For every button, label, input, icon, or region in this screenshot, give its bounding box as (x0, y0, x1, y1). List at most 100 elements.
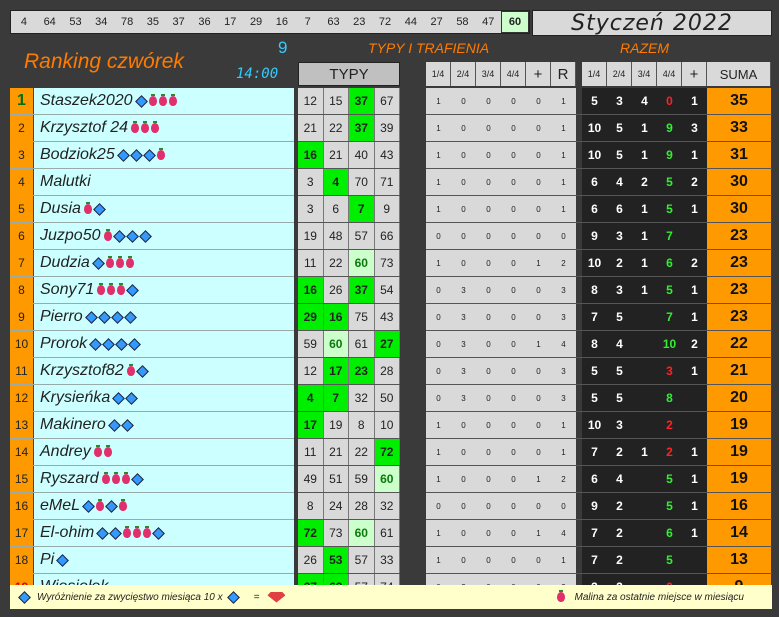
player-name-cell[interactable]: Krzysztof 24 (34, 115, 294, 141)
total-score-cell[interactable]: 1 (632, 142, 657, 168)
player-name[interactable]: Prorok (40, 335, 87, 353)
total-score-cell[interactable] (682, 223, 707, 249)
player-name[interactable]: Malutki (40, 173, 91, 191)
total-score-cell[interactable]: 2 (607, 439, 632, 465)
round-score-cell[interactable]: 0 (476, 412, 501, 438)
round-score-cell[interactable]: 0 (501, 466, 526, 492)
col-header[interactable]: 3/4 (476, 62, 501, 86)
raspberry-icon[interactable] (107, 283, 116, 295)
typ-cell[interactable]: 11 (298, 250, 324, 276)
suma-cell[interactable]: 31 (707, 142, 771, 168)
player-name[interactable]: Ryszard (40, 470, 99, 488)
diamond-icon[interactable] (84, 310, 98, 324)
round-score-cell[interactable]: 2 (551, 250, 576, 276)
round-score-cell[interactable]: 1 (426, 115, 451, 141)
typ-cell[interactable]: 4 (298, 385, 324, 411)
total-score-cell[interactable]: 7 (582, 547, 607, 573)
typy-row[interactable]: 29 16 75 43 (298, 304, 400, 331)
total-score-cell[interactable]: 8 (657, 385, 682, 411)
round-score-cell[interactable]: 0 (476, 331, 501, 357)
player-name[interactable]: El-ohim (40, 524, 94, 542)
raspberry-icon[interactable] (119, 499, 128, 511)
suma-header[interactable]: SUMA (707, 62, 771, 86)
drawn-number[interactable]: 27 (424, 11, 450, 33)
typ-cell[interactable]: 21 (323, 142, 349, 168)
round-score-cell[interactable]: 0 (451, 223, 476, 249)
total-score-cell[interactable]: 10 (582, 412, 607, 438)
round-score-cell[interactable]: 0 (526, 196, 551, 222)
total-score-cell[interactable] (632, 304, 657, 330)
typ-cell[interactable]: 21 (298, 115, 324, 141)
diamond-icon[interactable] (112, 229, 126, 243)
total-score-cell[interactable] (632, 547, 657, 573)
ranking-row[interactable]: 11 Krzysztof82 (10, 358, 294, 385)
round-score-cell[interactable]: 0 (476, 169, 501, 195)
raspberry-icon[interactable] (103, 445, 112, 457)
round-score-cell[interactable]: 3 (451, 385, 476, 411)
suma-cell[interactable]: 35 (707, 88, 771, 114)
total-score-cell[interactable]: 2 (657, 439, 682, 465)
total-score-cell[interactable]: 5 (657, 547, 682, 573)
round-score-cell[interactable]: 0 (426, 493, 451, 519)
drawn-number[interactable]: 17 (217, 11, 243, 33)
rank-position[interactable]: 10 (10, 331, 34, 357)
results-row[interactable]: 0 3 0 0 1 4 8 4 10 2 22 (426, 331, 772, 358)
raspberry-icon[interactable] (158, 94, 167, 106)
player-name[interactable]: Dudzia (40, 254, 90, 272)
col-header[interactable]: 4/4 (501, 62, 526, 86)
total-score-cell[interactable] (632, 331, 657, 357)
round-score-cell[interactable]: 0 (426, 331, 451, 357)
results-row[interactable]: 1 0 0 0 1 4 7 2 6 1 14 (426, 520, 772, 547)
drawn-number[interactable]: 36 (192, 11, 218, 33)
typ-cell[interactable]: 7 (323, 385, 349, 411)
award-icons[interactable] (130, 121, 160, 133)
typ-cell[interactable]: 73 (374, 250, 400, 276)
round-score-cell[interactable]: 0 (501, 196, 526, 222)
round-score-cell[interactable]: 0 (476, 493, 501, 519)
total-score-cell[interactable]: 2 (607, 250, 632, 276)
round-score-cell[interactable]: 0 (476, 223, 501, 249)
typ-cell[interactable]: 72 (298, 520, 324, 546)
award-icons[interactable] (84, 310, 137, 324)
col-header[interactable]: R (551, 62, 576, 86)
typ-cell[interactable]: 17 (298, 412, 324, 438)
suma-cell[interactable]: 23 (707, 223, 771, 249)
round-score-cell[interactable]: 0 (526, 142, 551, 168)
suma-cell[interactable]: 22 (707, 331, 771, 357)
raspberry-icon[interactable] (123, 526, 132, 538)
round-score-cell[interactable]: 0 (476, 115, 501, 141)
rank-position[interactable]: 18 (10, 547, 34, 573)
player-name-cell[interactable]: Staszek2020 (34, 88, 294, 114)
round-score-cell[interactable]: 0 (501, 169, 526, 195)
suma-cell[interactable]: 19 (707, 439, 771, 465)
drawn-number[interactable]: 23 (346, 11, 372, 33)
round-score-cell[interactable]: 1 (526, 520, 551, 546)
results-row[interactable]: 1 0 0 0 0 1 5 3 4 0 1 35 (426, 88, 772, 115)
diamond-icon[interactable] (130, 472, 144, 486)
round-score-cell[interactable]: 0 (501, 385, 526, 411)
round-score-cell[interactable]: 1 (426, 196, 451, 222)
round-score-cell[interactable]: 0 (526, 304, 551, 330)
total-score-cell[interactable]: 10 (582, 142, 607, 168)
typ-cell[interactable]: 33 (374, 547, 400, 573)
typ-cell[interactable]: 66 (374, 223, 400, 249)
player-name-cell[interactable]: Ryszard (34, 466, 294, 492)
typ-cell[interactable]: 22 (349, 439, 375, 465)
player-name-cell[interactable]: Makinero (34, 412, 294, 438)
typy-row[interactable]: 3 4 70 71 (298, 169, 400, 196)
total-score-cell[interactable]: 1 (632, 250, 657, 276)
drawn-number[interactable]: 7 (295, 11, 321, 33)
diamond-icon[interactable] (135, 364, 149, 378)
round-score-cell[interactable]: 0 (551, 493, 576, 519)
raspberry-icon[interactable] (96, 499, 105, 511)
round-score-cell[interactable]: 4 (551, 331, 576, 357)
total-score-cell[interactable] (632, 385, 657, 411)
total-score-cell[interactable]: 5 (582, 385, 607, 411)
diamond-icon[interactable] (125, 229, 139, 243)
round-score-cell[interactable]: 1 (426, 169, 451, 195)
total-score-cell[interactable]: 4 (632, 88, 657, 114)
total-score-cell[interactable]: 3 (607, 277, 632, 303)
ranking-row[interactable]: 6 Juzpo50 (10, 223, 294, 250)
rank-position[interactable]: 12 (10, 385, 34, 411)
player-name-cell[interactable]: Pi (34, 547, 294, 573)
